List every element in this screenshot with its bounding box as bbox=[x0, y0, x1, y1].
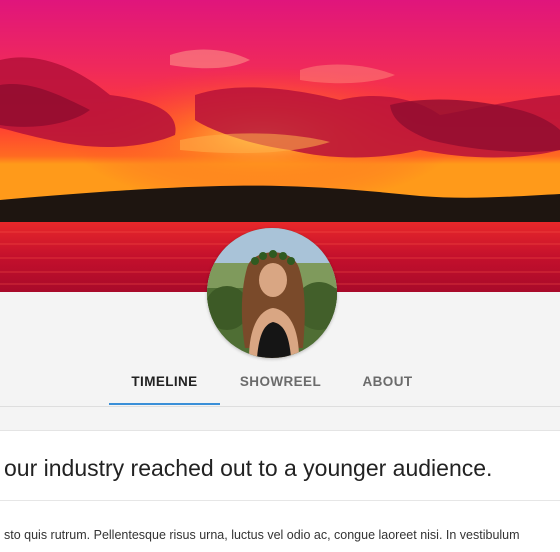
profile-page: TIMELINE SHOWREEL ABOUT our industry rea… bbox=[0, 0, 560, 552]
post-title: our industry reached out to a younger au… bbox=[4, 455, 493, 481]
post-body: sto quis rutrum. Pellentesque risus urna… bbox=[4, 528, 520, 542]
profile-tabs: TIMELINE SHOWREEL ABOUT bbox=[0, 360, 560, 407]
profile-photo-icon bbox=[207, 228, 337, 358]
tab-timeline[interactable]: TIMELINE bbox=[109, 360, 220, 406]
profile-avatar[interactable] bbox=[207, 228, 337, 358]
tab-about[interactable]: ABOUT bbox=[332, 360, 443, 406]
timeline-post: our industry reached out to a younger au… bbox=[0, 430, 560, 552]
active-tab-indicator bbox=[109, 403, 220, 405]
tab-showreel[interactable]: SHOWREEL bbox=[225, 360, 336, 406]
post-divider bbox=[0, 500, 560, 501]
